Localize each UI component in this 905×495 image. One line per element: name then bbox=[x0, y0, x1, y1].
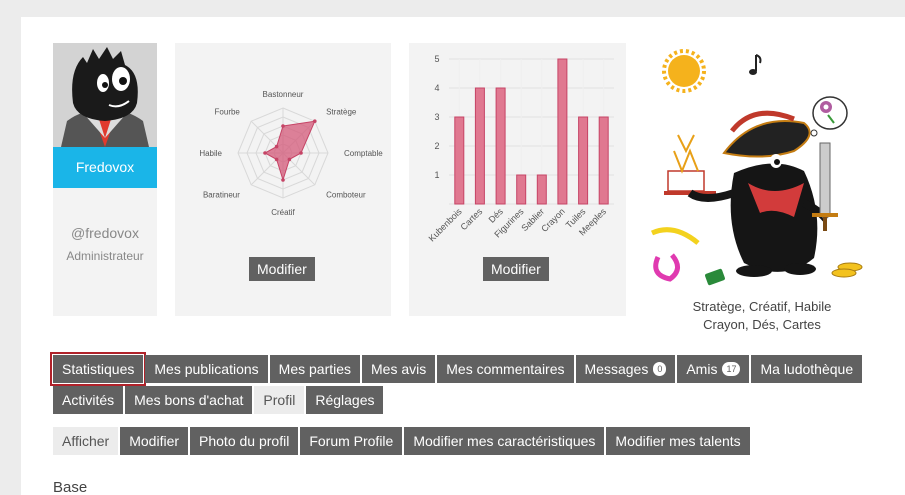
subtab-forum-profile[interactable]: Forum Profile bbox=[300, 427, 403, 455]
user-name[interactable]: Fredovox bbox=[53, 147, 157, 188]
subtab-afficher[interactable]: Afficher bbox=[53, 427, 119, 455]
subtab-modifier-mes-caracteristiques[interactable]: Modifier mes caractéristiques bbox=[404, 427, 605, 455]
radar-point bbox=[299, 151, 303, 155]
tab-mes-bons-d-achat[interactable]: Mes bons d'achat bbox=[125, 386, 253, 414]
user-card: Fredovox @fredovox Administrateur bbox=[53, 43, 157, 316]
tab-label: Mes avis bbox=[371, 361, 427, 377]
avatar[interactable] bbox=[53, 43, 157, 147]
profile-tabs-row-1: Statistiques Mes publications Mes parties M… bbox=[49, 352, 864, 386]
y-tick-label: 1 bbox=[434, 170, 439, 180]
subtab-label: Afficher bbox=[62, 433, 110, 449]
tab-label: Mes commentaires bbox=[446, 361, 565, 377]
radar-axis-label: Baratineur bbox=[203, 191, 240, 200]
tab-ma-ludotheque[interactable]: Ma ludothèque bbox=[751, 355, 863, 383]
tab-profil[interactable]: Profil bbox=[254, 386, 305, 414]
count-badge: 17 bbox=[722, 362, 741, 376]
x-tick-label: Cartes bbox=[458, 206, 484, 232]
radar-point bbox=[281, 124, 285, 128]
radar-axis-label: Comptable bbox=[344, 149, 383, 158]
section-title: Base bbox=[53, 479, 88, 495]
bar bbox=[598, 116, 609, 205]
subtab-label: Forum Profile bbox=[309, 433, 394, 449]
bar bbox=[516, 174, 527, 205]
radar-axis-label: Habile bbox=[199, 149, 222, 158]
radar-point bbox=[313, 119, 317, 123]
radar-point bbox=[287, 157, 292, 162]
talents-list-summary: Crayon, Dés, Cartes bbox=[703, 317, 821, 332]
subtab-photo-du-profil[interactable]: Photo du profil bbox=[190, 427, 299, 455]
tab-label: Ma ludothèque bbox=[760, 361, 854, 377]
subtab-label: Modifier mes talents bbox=[615, 433, 741, 449]
user-handle: @fredovox bbox=[71, 225, 139, 241]
tab-statistiques[interactable]: Statistiques bbox=[49, 352, 147, 386]
modify-characteristics-button[interactable]: Modifier bbox=[249, 257, 315, 281]
tab-mes-parties[interactable]: Mes parties bbox=[269, 355, 361, 383]
tab-mes-commentaires[interactable]: Mes commentaires bbox=[437, 355, 574, 383]
radar-axis-label: Créatif bbox=[271, 208, 295, 217]
coins-icon bbox=[831, 262, 863, 278]
tab-mes-avis[interactable]: Mes avis bbox=[362, 355, 436, 383]
subtab-modifier-mes-talents[interactable]: Modifier mes talents bbox=[606, 427, 750, 455]
y-tick-label: 4 bbox=[434, 83, 439, 93]
tab-activites[interactable]: Activités bbox=[53, 386, 124, 414]
bar bbox=[454, 116, 465, 205]
tab-label: Amis bbox=[686, 361, 718, 377]
radar-axis-label: Comboteur bbox=[326, 191, 366, 200]
bar bbox=[536, 174, 547, 205]
x-tick-label: Crayon bbox=[539, 206, 567, 234]
subtab-label: Modifier mes caractéristiques bbox=[413, 433, 596, 449]
radar-axis-label: Fourbe bbox=[215, 107, 241, 116]
tab-label: Activités bbox=[62, 392, 115, 408]
bar bbox=[578, 116, 589, 205]
count-badge: 0 bbox=[653, 362, 667, 376]
flower-bubble-icon bbox=[810, 96, 848, 137]
radar-axis-label: Stratège bbox=[326, 107, 357, 116]
radar-point bbox=[274, 157, 279, 162]
talents-card: 1 2 3 4 5 Kubenbois Cartes Dés Figurines Sablier C… bbox=[409, 43, 626, 316]
tab-messages[interactable]: Messages 0 bbox=[575, 355, 676, 383]
tab-amis[interactable]: Amis 17 bbox=[677, 355, 750, 383]
radar-point bbox=[274, 144, 279, 149]
talents-bar-chart: 12345KubenboisCartes DésFigurinesSablierC… bbox=[427, 54, 614, 243]
tab-label: Messages bbox=[584, 361, 649, 377]
radar-point bbox=[263, 151, 267, 155]
radar-axis-label: Bastonneur bbox=[263, 90, 304, 99]
pencil-swirl-icon bbox=[650, 227, 700, 282]
y-tick-label: 3 bbox=[434, 112, 439, 122]
tab-label: Profil bbox=[263, 392, 296, 408]
bar bbox=[495, 87, 506, 205]
tab-label: Statistiques bbox=[62, 361, 135, 377]
profile-tabs-row-2: Activités Mes bons d'achat Profil Réglages bbox=[53, 386, 385, 414]
tab-mes-publications[interactable]: Mes publications bbox=[145, 355, 268, 383]
bar bbox=[557, 58, 568, 205]
talents-summary: Stratège, Créatif, Habile Crayon, Dés, C… bbox=[644, 298, 880, 334]
characteristics-radar-chart: Bastonneur Stratège Comptable Comboteur Créa… bbox=[199, 90, 383, 217]
subtab-label: Modifier bbox=[129, 433, 180, 449]
card-castle-icon bbox=[664, 134, 716, 195]
sun-icon bbox=[662, 49, 706, 93]
tab-label: Réglages bbox=[315, 392, 375, 408]
characteristics-card: Bastonneur Stratège Comptable Comboteur Créa… bbox=[175, 43, 391, 316]
user-role: Administrateur bbox=[66, 249, 144, 263]
tab-label: Mes publications bbox=[154, 361, 259, 377]
mascot-illustration bbox=[644, 43, 884, 293]
characteristics-summary: Stratège, Créatif, Habile bbox=[692, 299, 832, 314]
y-tick-label: 5 bbox=[434, 54, 439, 64]
modify-talents-button[interactable]: Modifier bbox=[483, 257, 549, 281]
tab-reglages[interactable]: Réglages bbox=[306, 386, 384, 414]
bar bbox=[474, 87, 485, 205]
subtab-modifier[interactable]: Modifier bbox=[120, 427, 189, 455]
radar-point bbox=[281, 178, 285, 182]
subtab-label: Photo du profil bbox=[199, 433, 290, 449]
profile-subtabs: Afficher Modifier Photo du profil Forum Pro… bbox=[53, 427, 752, 455]
music-note-icon bbox=[749, 54, 762, 75]
y-tick-label: 2 bbox=[434, 141, 439, 151]
tab-label: Mes parties bbox=[278, 361, 352, 377]
tab-label: Mes bons d'achat bbox=[134, 392, 244, 408]
